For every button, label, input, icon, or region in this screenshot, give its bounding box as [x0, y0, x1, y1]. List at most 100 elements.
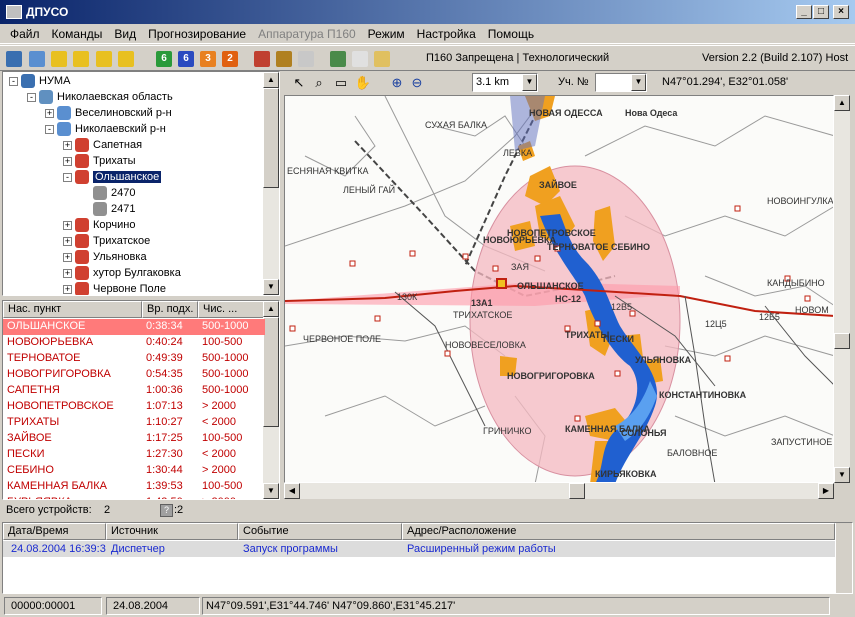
scroll-down-button[interactable]: ▼ [263, 279, 279, 295]
tree-node[interactable]: 2471 [81, 201, 135, 217]
list-row[interactable]: НОВОПЕТРОВСКОЕ 1:07:13 > 2000 [3, 399, 265, 415]
menu-item-1[interactable]: Команды [46, 27, 109, 41]
expand-icon[interactable]: + [63, 268, 72, 278]
right-arrow-icon[interactable] [118, 51, 134, 67]
disabled-icon[interactable] [298, 51, 314, 67]
tree-scrollbar[interactable]: ▲ ▼ [263, 72, 279, 295]
map-vscrollbar[interactable]: ▲ ▼ [834, 95, 850, 483]
hand-icon[interactable]: ✋ [354, 74, 372, 92]
tree-node[interactable]: - Ольшанское [63, 169, 162, 185]
col-arrival-time[interactable]: Вр. подх. [142, 301, 198, 318]
scroll-up-button[interactable]: ▲ [263, 301, 279, 317]
scroll-thumb[interactable] [263, 88, 279, 188]
pointer-icon[interactable]: ↖ [290, 74, 308, 92]
map-view[interactable]: НОВАЯ ОДЕССА Нова Одеса СУХАЯ БАЛКА ЛЕВКА ЕС… [284, 95, 834, 483]
list-row[interactable]: ПЕСКИ 1:27:30 < 2000 [3, 447, 265, 463]
expand-icon[interactable]: + [63, 156, 72, 166]
event-row[interactable]: 24.08.2004 16:39:3 Диспетчер Запуск прог… [3, 541, 835, 557]
menu-item-0[interactable]: Файл [4, 27, 46, 41]
expand-icon[interactable]: + [45, 108, 54, 118]
list-scrollbar[interactable]: ▲ ▼ [263, 301, 279, 499]
collapse-icon[interactable]: - [63, 172, 72, 182]
menu-item-2[interactable]: Вид [108, 27, 142, 41]
col-settlement[interactable]: Нас. пункт [3, 301, 142, 318]
scroll-left-button[interactable]: ◀ [284, 483, 300, 499]
collapse-icon[interactable]: - [45, 124, 54, 134]
expand-icon[interactable]: + [63, 140, 72, 150]
zoom-rect-icon[interactable]: ⌕ [310, 74, 328, 92]
list-row[interactable]: ТРИХАТЫ 1:10:27 < 2000 [3, 415, 265, 431]
badge-2-orange[interactable]: 2 [222, 51, 238, 67]
list-row[interactable]: НОВОЮРЬЕВКА 0:40:24 100-500 [3, 335, 265, 351]
tree-node[interactable]: 2470 [81, 185, 135, 201]
tree-node[interactable]: + хутор Булгаковка [63, 265, 181, 281]
scroll-up-button[interactable]: ▲ [263, 72, 279, 88]
tree-node[interactable]: - НУМА [9, 73, 70, 89]
tools-icon[interactable] [254, 51, 270, 67]
badge-3-orange[interactable]: 3 [200, 51, 216, 67]
tree-node[interactable]: + Сапетная [63, 137, 142, 153]
menu-item-6[interactable]: Настройка [411, 27, 482, 41]
list-row[interactable]: САПЕТНЯ 1:00:36 500-1000 [3, 383, 265, 399]
menu-item-3[interactable]: Прогнозирование [142, 27, 252, 41]
col-event[interactable]: Событие [238, 523, 402, 540]
up-arrow-icon[interactable] [51, 51, 67, 67]
list-row[interactable]: ТЕРНОВАТОЕ 0:49:39 500-1000 [3, 351, 265, 367]
scroll-right-button[interactable]: ▶ [818, 483, 834, 499]
scroll-thumb[interactable] [834, 333, 850, 349]
tree-node[interactable]: + Веселиновский р-н [45, 105, 172, 121]
list-row[interactable]: СЕБИНО 1:30:44 > 2000 [3, 463, 265, 479]
scroll-down-button[interactable]: ▼ [834, 467, 850, 483]
map-icon[interactable] [330, 51, 346, 67]
tree-node[interactable]: + Трихатское [63, 233, 150, 249]
col-source[interactable]: Источник [106, 523, 238, 540]
antenna-icon[interactable] [276, 51, 292, 67]
col-population[interactable]: Чис. ... [198, 301, 265, 318]
expand-icon[interactable]: + [63, 284, 72, 294]
col-datetime[interactable]: Дата/Время [3, 523, 106, 540]
badge-6-blue[interactable]: 6 [178, 51, 194, 67]
down-arrow-icon[interactable] [73, 51, 89, 67]
collapse-icon[interactable]: - [27, 92, 36, 102]
chevron-down-icon[interactable]: ▼ [631, 74, 646, 91]
expand-icon[interactable]: + [63, 236, 72, 246]
list-row[interactable]: НОВОГРИГОРОВКА 0:54:35 500-1000 [3, 367, 265, 383]
close-button[interactable]: × [833, 5, 849, 19]
save-icon[interactable] [6, 51, 22, 67]
scroll-thumb[interactable] [569, 483, 585, 499]
document-icon[interactable] [352, 51, 368, 67]
scroll-thumb[interactable] [263, 317, 279, 427]
map-canvas[interactable]: НОВАЯ ОДЕССА Нова Одеса СУХАЯ БАЛКА ЛЕВКА ЕС… [285, 96, 834, 483]
expand-icon[interactable]: + [63, 220, 72, 230]
tree-node[interactable]: + Трихаты [63, 153, 136, 169]
tree-node[interactable]: - Николаевский р-н [45, 121, 166, 137]
list-row[interactable]: БУРЬЯЯВКА 1:43:50 > 2000 [3, 495, 265, 499]
minimize-button[interactable]: _ [796, 5, 812, 19]
tree-node[interactable]: + Ульяновка [63, 249, 147, 265]
scroll-up-button[interactable]: ▲ [834, 95, 850, 111]
zoom-in-icon[interactable]: ⊕ [388, 74, 406, 92]
maximize-button[interactable]: □ [813, 5, 829, 19]
list-row[interactable]: КАМЕННАЯ БАЛКА 1:39:53 100-500 [3, 479, 265, 495]
list-row[interactable]: ОЛЬШАНСКОЕ 0:38:34 500-1000 [3, 319, 265, 335]
uch-select[interactable]: ▼ [595, 73, 647, 92]
zoom-out-icon[interactable]: ⊖ [408, 74, 426, 92]
col-address[interactable]: Адрес/Расположение [402, 523, 835, 540]
menu-item-5[interactable]: Режим [362, 27, 411, 41]
collapse-icon[interactable]: - [9, 76, 18, 86]
badge-6-green[interactable]: 6 [156, 51, 172, 67]
ruler-icon[interactable]: ▭ [332, 74, 350, 92]
chevron-down-icon[interactable]: ▼ [522, 74, 537, 91]
menu-item-7[interactable]: Помощь [482, 27, 540, 41]
table-icon[interactable] [374, 51, 390, 67]
menu-item-4[interactable]: Аппаратура П160 [252, 27, 362, 41]
tree-node[interactable]: + Червоне Поле [63, 281, 166, 295]
open-icon[interactable] [29, 51, 45, 67]
map-hscrollbar[interactable]: ◀ ▶ [284, 483, 834, 499]
scroll-down-button[interactable]: ▼ [263, 483, 279, 499]
tree-node[interactable]: + Корчино [63, 217, 135, 233]
scale-select[interactable]: 3.1 km ▼ [472, 73, 538, 92]
expand-icon[interactable]: + [63, 252, 72, 262]
tree-node[interactable]: - Николаевская область [27, 89, 173, 105]
left-arrow-icon[interactable] [96, 51, 112, 67]
